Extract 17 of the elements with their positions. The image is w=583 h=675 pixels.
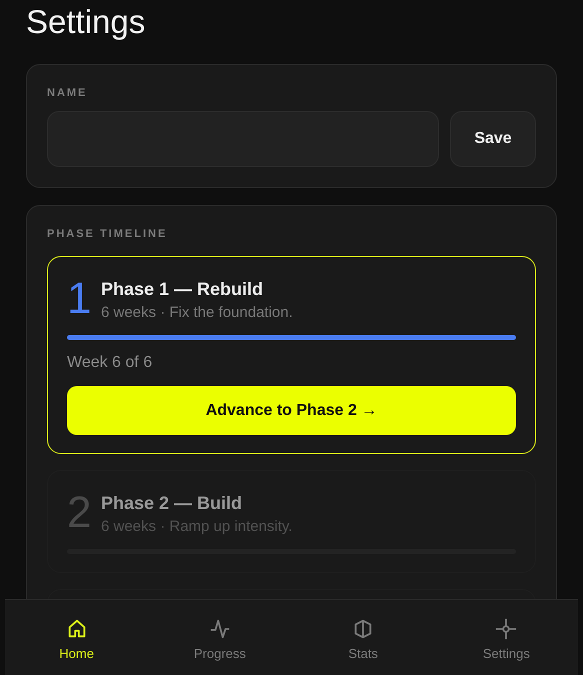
phase-title: Phase 2 — Build <box>101 493 244 514</box>
nav-tab[interactable]: Stats <box>292 600 435 675</box>
week-counter: Week 6 of 6 <box>67 354 154 372</box>
phase-number: 1 <box>67 277 91 321</box>
section-label: PHASE TIMELINE <box>47 228 168 240</box>
crosshair-icon <box>495 618 518 640</box>
advance-button[interactable]: Advance to Phase 2 → <box>67 386 516 435</box>
save-button[interactable]: Save <box>450 111 536 167</box>
page-title: Settings <box>26 2 146 42</box>
nav-tab[interactable]: Progress <box>148 600 292 675</box>
phase-description: 6 weeks · Fix the foundation. <box>101 304 293 321</box>
hexagon-icon <box>352 618 374 640</box>
nav-tab[interactable]: Home <box>5 600 148 675</box>
nav-tab[interactable]: Settings <box>434 600 578 675</box>
pulse-icon <box>208 618 231 640</box>
phase-title: Phase 1 — Rebuild <box>101 279 264 300</box>
section-label: NAME <box>47 87 88 99</box>
